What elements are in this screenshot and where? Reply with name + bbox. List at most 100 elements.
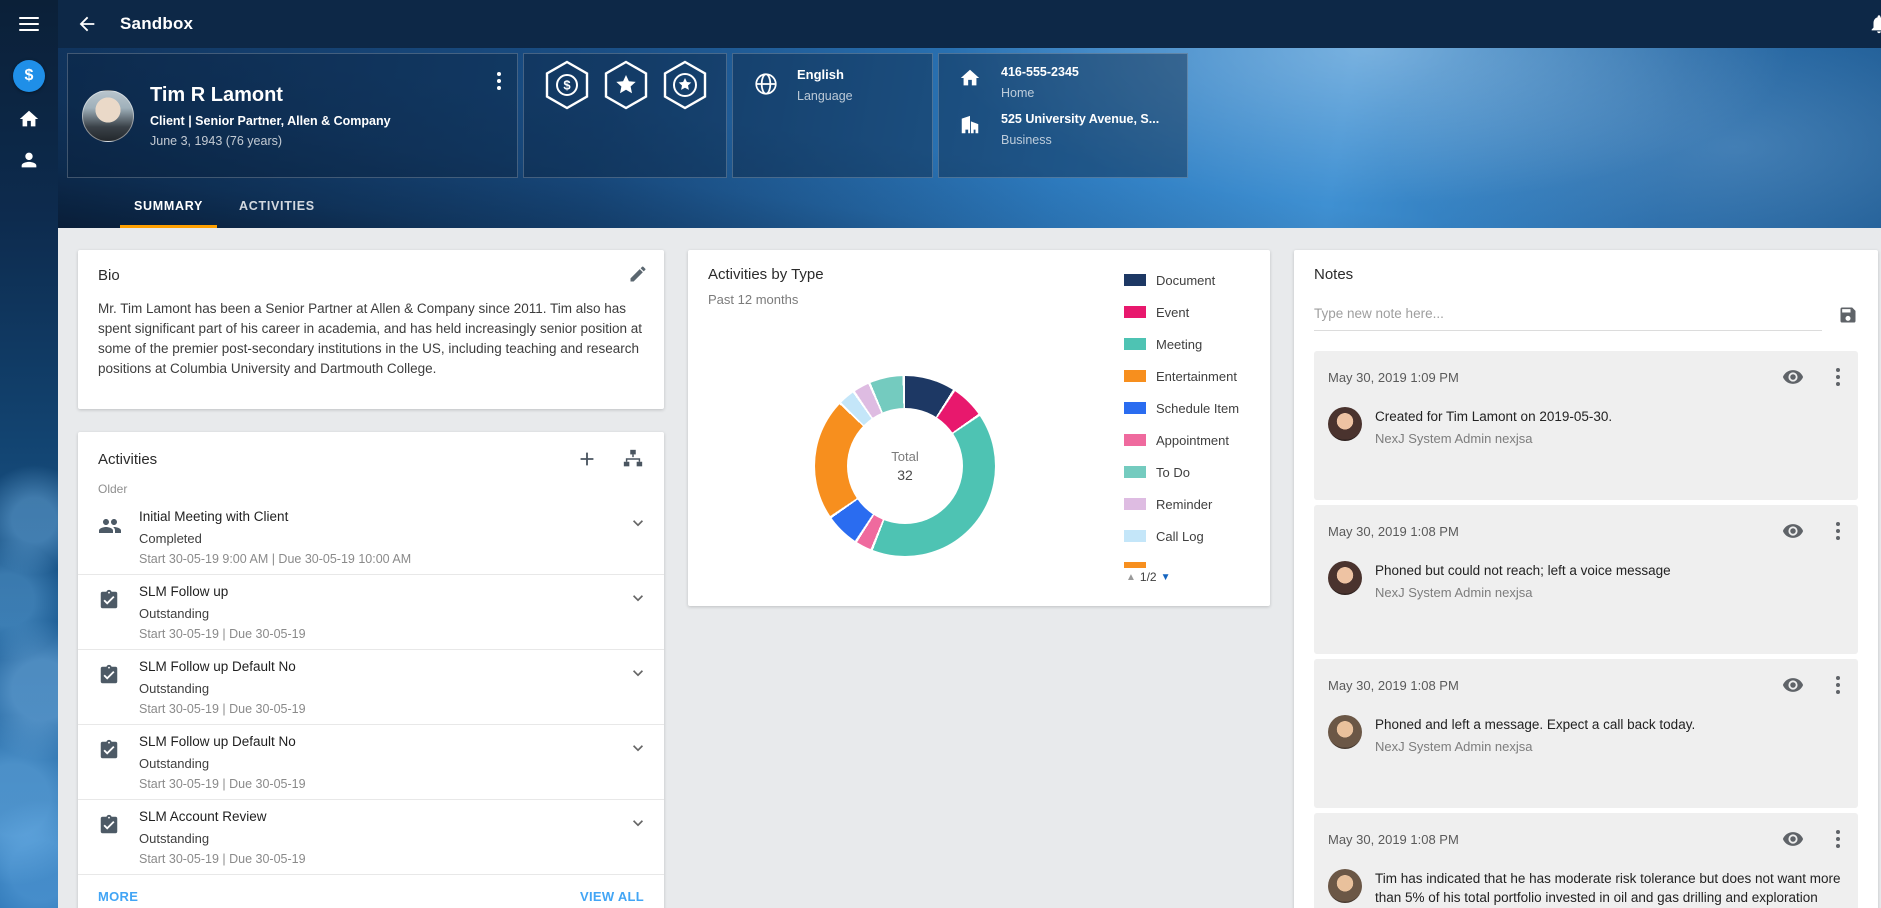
phone-row[interactable]: 416-555-2345 Home xyxy=(959,65,1187,100)
note-menu-icon[interactable] xyxy=(1832,672,1844,698)
note-author: NexJ System Admin nexjsa xyxy=(1375,431,1612,446)
note-menu-icon[interactable] xyxy=(1832,826,1844,852)
chevron-down-icon[interactable] xyxy=(628,584,648,641)
legend-swatch xyxy=(1124,306,1146,318)
tab-activities[interactable]: ACTIVITIES xyxy=(225,189,329,228)
back-arrow-icon[interactable] xyxy=(76,13,98,35)
bio-text: Mr. Tim Lamont has been a Senior Partner… xyxy=(98,299,644,379)
activity-dates: Start 30-05-19 | Due 30-05-19 xyxy=(139,777,628,791)
chart-legend: Document Event Meeting Entertainment Sch… xyxy=(1124,264,1266,568)
legend-swatch xyxy=(1124,530,1146,542)
note-avatar xyxy=(1328,869,1362,903)
hierarchy-icon[interactable] xyxy=(622,448,644,470)
legend-swatch xyxy=(1124,498,1146,510)
eye-icon[interactable] xyxy=(1782,828,1804,850)
star-badge-icon[interactable] xyxy=(603,60,649,177)
note-timestamp: May 30, 2019 1:08 PM xyxy=(1328,832,1782,847)
activity-type-icon xyxy=(98,584,139,641)
activity-row[interactable]: Initial Meeting with Client Completed St… xyxy=(78,500,664,575)
view-all-button[interactable]: VIEW ALL xyxy=(580,889,644,904)
note-menu-icon[interactable] xyxy=(1832,518,1844,544)
activity-row[interactable]: SLM Account Review Outstanding Start 30-… xyxy=(78,800,664,875)
legend-item: Document xyxy=(1124,264,1266,296)
note-text: Phoned and left a message. Expect a call… xyxy=(1375,715,1695,734)
note-text: Phoned but could not reach; left a voice… xyxy=(1375,561,1671,580)
person-icon[interactable] xyxy=(18,149,40,174)
sidebar: $ xyxy=(0,0,58,908)
activity-dates: Start 30-05-19 | Due 30-05-19 xyxy=(139,627,628,641)
activity-status: Outstanding xyxy=(139,681,628,696)
tab-summary[interactable]: SUMMARY xyxy=(120,189,217,228)
address-value: 525 University Avenue, S... xyxy=(1001,112,1159,126)
eye-icon[interactable] xyxy=(1782,520,1804,542)
legend-item: Reminder xyxy=(1124,488,1266,520)
eye-icon[interactable] xyxy=(1782,674,1804,696)
page-down-icon[interactable]: ▼ xyxy=(1161,572,1171,583)
legend-swatch xyxy=(1124,402,1146,414)
legend-item: Schedule Item xyxy=(1124,392,1266,424)
activity-type-icon xyxy=(98,734,139,791)
language-card[interactable]: English Language xyxy=(732,53,933,178)
activities-by-type-card: Activities by Type Past 12 months Total … xyxy=(688,250,1270,606)
main-content: Bio Mr. Tim Lamont has been a Senior Par… xyxy=(58,228,1881,908)
legend-swatch xyxy=(1124,338,1146,350)
legend-item-overflow xyxy=(1124,552,1266,568)
activity-row[interactable]: SLM Follow up Default No Outstanding Sta… xyxy=(78,650,664,725)
activity-status: Outstanding xyxy=(139,831,628,846)
profile-menu-icon[interactable] xyxy=(493,68,505,94)
note-timestamp: May 30, 2019 1:08 PM xyxy=(1328,524,1782,539)
seal-star-badge-icon[interactable] xyxy=(662,60,708,177)
legend-item: Entertainment xyxy=(1124,360,1266,392)
home-icon[interactable] xyxy=(18,108,40,133)
legend-item: To Do xyxy=(1124,456,1266,488)
activity-title: SLM Follow up Default No xyxy=(139,659,628,674)
chevron-down-icon[interactable] xyxy=(628,734,648,791)
language-label: Language xyxy=(797,89,853,103)
language-value: English xyxy=(797,67,853,82)
note-author: NexJ System Admin nexjsa xyxy=(1375,585,1671,600)
hamburger-menu-icon[interactable] xyxy=(19,17,39,31)
profile-header: Tim R Lamont Client | Senior Partner, Al… xyxy=(58,48,1881,228)
building-icon xyxy=(959,114,981,147)
legend-label: Call Log xyxy=(1156,529,1204,544)
activity-status: Completed xyxy=(139,531,628,546)
address-row[interactable]: 525 University Avenue, S... Business xyxy=(959,112,1187,147)
edit-bio-icon[interactable] xyxy=(628,264,648,284)
eye-icon[interactable] xyxy=(1782,366,1804,388)
chevron-down-icon[interactable] xyxy=(628,509,648,566)
legend-item: Meeting xyxy=(1124,328,1266,360)
more-button[interactable]: MORE xyxy=(98,889,138,904)
app-dollar-icon[interactable]: $ xyxy=(13,60,45,92)
note-item: May 30, 2019 1:08 PM Tim has indicated t… xyxy=(1314,813,1858,908)
donut-total-label: Total xyxy=(891,449,918,464)
bell-icon[interactable] xyxy=(1868,13,1881,40)
contact-card[interactable]: 416-555-2345 Home 525 University Avenue,… xyxy=(938,53,1188,178)
phone-label: Home xyxy=(1001,86,1079,100)
legend-overflow-swatch xyxy=(1124,562,1146,568)
legend-swatch xyxy=(1124,434,1146,446)
note-author: NexJ System Admin nexjsa xyxy=(1375,739,1695,754)
tab-bar: SUMMARY ACTIVITIES xyxy=(120,189,329,228)
note-menu-icon[interactable] xyxy=(1832,364,1844,390)
add-activity-icon[interactable] xyxy=(576,448,598,470)
note-item: May 30, 2019 1:08 PM Phoned and left a m… xyxy=(1314,659,1858,808)
chevron-down-icon[interactable] xyxy=(628,809,648,866)
new-note-input[interactable] xyxy=(1314,299,1822,331)
activities-card: Activities Older xyxy=(78,432,664,908)
activity-title: SLM Account Review xyxy=(139,809,628,824)
activities-list: Initial Meeting with Client Completed St… xyxy=(78,500,664,875)
chevron-down-icon[interactable] xyxy=(628,659,648,716)
dollar-badge-icon[interactable]: $ xyxy=(544,60,590,177)
profile-card[interactable]: Tim R Lamont Client | Senior Partner, Al… xyxy=(67,53,518,178)
note-avatar xyxy=(1328,715,1362,749)
phone-number: 416-555-2345 xyxy=(1001,65,1079,79)
profile-subtitle: Client | Senior Partner, Allen & Company xyxy=(150,114,391,128)
activity-row[interactable]: SLM Follow up Outstanding Start 30-05-19… xyxy=(78,575,664,650)
home-contact-icon xyxy=(959,67,981,100)
page-up-icon[interactable]: ▲ xyxy=(1126,572,1136,583)
activity-title: Initial Meeting with Client xyxy=(139,509,628,524)
save-note-icon[interactable] xyxy=(1838,305,1858,325)
legend-label: To Do xyxy=(1156,465,1190,480)
activities-group-label: Older xyxy=(78,470,664,500)
activity-row[interactable]: SLM Follow up Default No Outstanding Sta… xyxy=(78,725,664,800)
